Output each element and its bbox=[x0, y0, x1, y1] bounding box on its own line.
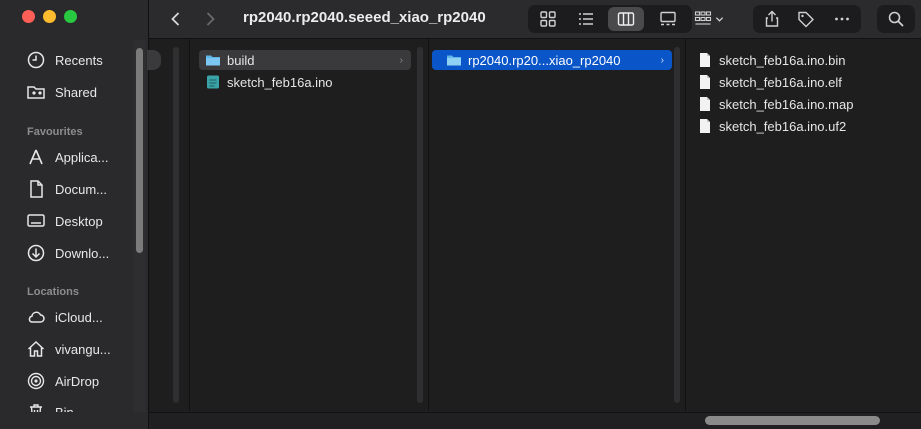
gallery-icon bbox=[660, 11, 676, 26]
section-favourites: Favourites bbox=[27, 126, 83, 138]
chevron-down-icon bbox=[715, 16, 724, 22]
columns-icon bbox=[617, 12, 635, 26]
sidebar-item-label: vivangu... bbox=[55, 341, 111, 357]
sidebar-footer bbox=[0, 412, 148, 429]
icon-view-button[interactable] bbox=[530, 6, 566, 32]
file-icon bbox=[700, 97, 710, 111]
column-scrollbar[interactable] bbox=[417, 47, 423, 403]
desktop-icon bbox=[27, 214, 45, 227]
sidebar-item-label: Applica... bbox=[55, 149, 109, 165]
list-icon bbox=[579, 13, 593, 25]
sidebar-item-icloud[interactable]: iCloud... bbox=[26, 305, 103, 329]
file-icon bbox=[700, 119, 710, 133]
item-label: sketch_feb16a.ino.bin bbox=[719, 52, 846, 68]
item-label: rp2040.rp20...xiao_rp2040 bbox=[468, 52, 621, 68]
sidebar-item-home[interactable]: vivangu... bbox=[26, 337, 111, 361]
airdrop-icon bbox=[27, 372, 45, 390]
sidebar-item-airdrop[interactable]: AirDrop bbox=[26, 369, 99, 393]
home-icon bbox=[27, 340, 45, 357]
chevron-right-icon bbox=[206, 12, 215, 26]
column-scrollbar[interactable] bbox=[173, 47, 179, 403]
column-view-button[interactable] bbox=[608, 7, 644, 31]
gallery-view-button[interactable] bbox=[650, 6, 686, 32]
window-controls bbox=[22, 10, 77, 23]
list-item-sketch-ino[interactable]: sketch_feb16a.ino bbox=[199, 72, 411, 92]
applications-icon bbox=[29, 149, 43, 165]
share-button[interactable] bbox=[757, 6, 787, 32]
back-button[interactable] bbox=[163, 6, 189, 32]
sidebar-item-shared[interactable]: Shared bbox=[26, 80, 97, 104]
download-icon bbox=[27, 244, 45, 262]
sidebar-item-recents[interactable]: Recents bbox=[26, 48, 103, 72]
column-browser: build › sketch_feb16a.ino rp2040.rp20...… bbox=[149, 39, 921, 429]
tag-button[interactable] bbox=[791, 6, 821, 32]
folder-icon bbox=[447, 55, 461, 66]
sidebar-item-label: Recents bbox=[55, 52, 103, 68]
list-view-button[interactable] bbox=[568, 6, 604, 32]
sidebar-item-downloads[interactable]: Downlo... bbox=[26, 241, 109, 265]
file-icon bbox=[700, 53, 710, 67]
column-1: build › sketch_feb16a.ino bbox=[190, 39, 429, 411]
chevron-right-icon: › bbox=[399, 54, 403, 66]
file-icon bbox=[700, 75, 710, 89]
shared-folder-icon bbox=[27, 86, 45, 99]
column-3: sketch_feb16a.ino.bin sketch_feb16a.ino.… bbox=[686, 39, 921, 411]
sidebar-item-label: AirDrop bbox=[55, 373, 100, 389]
section-locations: Locations bbox=[27, 286, 79, 298]
grid-icon bbox=[540, 11, 556, 27]
column-2: rp2040.rp20...xiao_rp2040 › bbox=[429, 39, 686, 411]
search-icon bbox=[888, 11, 904, 27]
list-item-file-bin[interactable]: sketch_feb16a.ino.bin bbox=[695, 50, 907, 70]
document-icon bbox=[30, 180, 43, 198]
list-item-file-uf2[interactable]: sketch_feb16a.ino.uf2 bbox=[695, 116, 907, 136]
group-by-button[interactable] bbox=[689, 6, 729, 32]
item-label: sketch_feb16a.ino.map bbox=[719, 96, 854, 112]
window-title: rp2040.rp2040.seeed_xiao_rp2040 bbox=[243, 9, 486, 26]
finder-window: Recents Shared Favourites Applica... Doc… bbox=[0, 0, 921, 429]
group-grid-icon bbox=[694, 11, 712, 25]
horizontal-scroll-track[interactable] bbox=[149, 412, 921, 429]
sidebar-item-label: Downlo... bbox=[55, 245, 110, 261]
item-label: build bbox=[227, 52, 255, 68]
chevron-left-icon bbox=[171, 12, 180, 26]
sidebar: Recents Shared Favourites Applica... Doc… bbox=[0, 0, 149, 429]
horizontal-scrollbar[interactable] bbox=[705, 416, 880, 425]
minimize-button[interactable] bbox=[43, 10, 56, 23]
list-item-file-elf[interactable]: sketch_feb16a.ino.elf bbox=[695, 72, 907, 92]
sidebar-item-label: iCloud... bbox=[55, 309, 103, 325]
sidebar-item-label: Docum... bbox=[55, 181, 108, 197]
clock-icon bbox=[27, 51, 45, 69]
cloud-icon bbox=[28, 311, 45, 323]
list-item-file-map[interactable]: sketch_feb16a.ino.map bbox=[695, 94, 907, 114]
close-button[interactable] bbox=[22, 10, 35, 23]
share-icon bbox=[765, 10, 779, 27]
more-actions-button[interactable] bbox=[827, 6, 857, 32]
tag-icon bbox=[798, 11, 814, 28]
search-button[interactable] bbox=[881, 6, 911, 32]
item-label: sketch_feb16a.ino bbox=[227, 74, 333, 90]
sidebar-item-desktop[interactable]: Desktop bbox=[26, 209, 103, 233]
sidebar-item-documents[interactable]: Docum... bbox=[26, 177, 107, 201]
folder-icon bbox=[206, 55, 220, 66]
sidebar-item-label: Desktop bbox=[55, 213, 103, 229]
column-scrollbar[interactable] bbox=[674, 47, 680, 403]
zoom-button[interactable] bbox=[64, 10, 77, 23]
item-label: sketch_feb16a.ino.elf bbox=[719, 74, 842, 90]
forward-button[interactable] bbox=[197, 6, 223, 32]
sidebar-item-applications[interactable]: Applica... bbox=[26, 145, 108, 169]
item-label: sketch_feb16a.ino.uf2 bbox=[719, 118, 847, 134]
ino-file-icon bbox=[207, 75, 219, 89]
ellipsis-icon bbox=[835, 17, 849, 21]
list-item-board-folder[interactable]: rp2040.rp20...xiao_rp2040 › bbox=[432, 50, 672, 70]
column-0 bbox=[149, 39, 190, 411]
toolbar: rp2040.rp2040.seeed_xiao_rp2040 bbox=[149, 0, 921, 39]
sidebar-item-label: Shared bbox=[55, 84, 97, 100]
chevron-right-icon: › bbox=[660, 54, 664, 66]
view-switcher bbox=[528, 5, 692, 33]
list-item-build[interactable]: build › bbox=[199, 50, 411, 70]
sidebar-scrollbar[interactable] bbox=[136, 48, 143, 253]
